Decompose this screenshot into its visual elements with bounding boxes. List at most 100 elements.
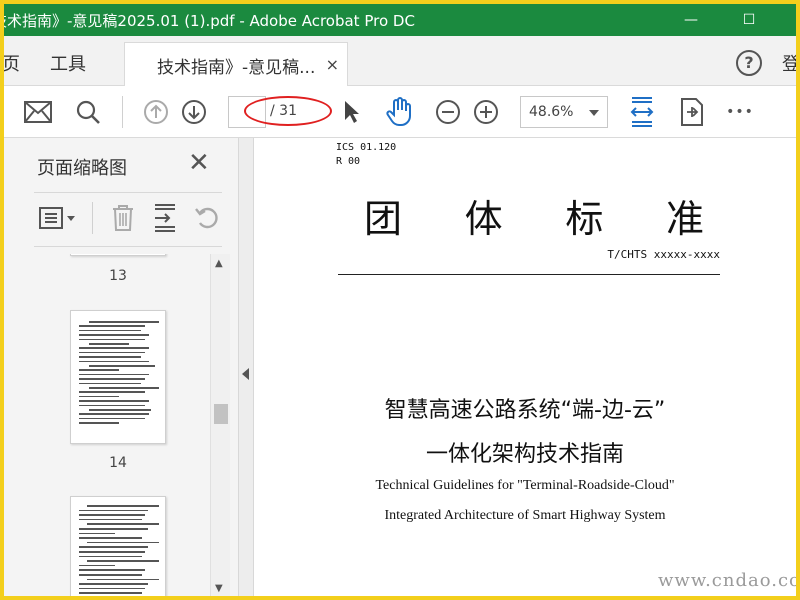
title-rule [338, 274, 720, 275]
zoom-value: 48.6% [529, 104, 574, 120]
thumbnail-text-line [87, 541, 159, 544]
acrobat-window: 技术指南》-意见稿2025.01 (1).pdf - Adobe Acrobat… [4, 4, 796, 596]
thumbnail-options-icon[interactable] [38, 202, 78, 234]
thumbnail-text-line [89, 409, 151, 411]
zoom-in-icon[interactable] [470, 96, 502, 128]
page-thumbnail[interactable] [70, 496, 166, 596]
thumbnail-text-line [79, 378, 145, 380]
collapse-panel-icon[interactable] [242, 368, 249, 380]
thumbnail-text-line [79, 373, 149, 376]
thumbnail-text-line [79, 509, 148, 512]
fit-page-icon[interactable] [626, 96, 658, 128]
thumbnail-text-line [79, 417, 145, 420]
thumbnail-text-line [79, 329, 141, 332]
home-menu[interactable]: 页 [4, 50, 20, 76]
panel-title: 页面缩略图 [37, 158, 127, 179]
chinese-title-line2: 一体化架构技术指南 [425, 442, 624, 467]
page-thumbnail[interactable] [70, 254, 166, 256]
thumbnail-text-line [79, 391, 145, 393]
chinese-title-line1: 智慧高速公路系统“端-边-云” [384, 398, 666, 423]
document-viewport[interactable]: ICS 01.120 R 00 团 体 标 准 T/CHTS xxxxx-xxx… [254, 138, 796, 596]
select-cursor-icon[interactable] [336, 96, 368, 128]
thumbnail-text-line [79, 338, 145, 341]
more-tools-icon[interactable]: ••• [724, 96, 756, 128]
email-icon[interactable] [22, 96, 54, 128]
thumbnail-text-line [79, 356, 141, 358]
thumbnail-text-line [79, 555, 142, 558]
scroll-up-icon[interactable]: ▲ [215, 258, 223, 269]
close-icon[interactable]: ✕ [188, 150, 210, 176]
thumbnail-text-line [79, 546, 148, 548]
hand-tool-icon[interactable] [384, 96, 416, 128]
thumbnail-text-line [79, 395, 119, 398]
document-page: ICS 01.120 R 00 团 体 标 准 T/CHTS xxxxx-xxx… [254, 138, 796, 596]
thumbnail-text-line [89, 365, 155, 367]
standard-code: T/CHTS xxxxx-xxxx [607, 248, 720, 261]
thumbnail-text-line [89, 387, 159, 389]
thumbnail-label: 14 [109, 455, 127, 471]
thumbnail-text-line [87, 578, 159, 581]
document-tab-label: 技术指南》-意见稿... [157, 58, 316, 78]
insert-page-icon[interactable] [150, 202, 180, 234]
thumbnail-text-line [79, 551, 145, 553]
chevron-down-icon [589, 110, 599, 116]
menu-row: 页 工具 技术指南》-意见稿... × ? 登 [4, 36, 796, 86]
thumbnail-text-line [79, 574, 142, 576]
document-tab[interactable]: 技术指南》-意见稿... × [124, 42, 348, 86]
panel-tool-divider [92, 202, 93, 234]
thumbnail-text-line [79, 400, 149, 402]
thumbnail-text-line [79, 422, 119, 424]
scrollbar-thumb[interactable] [214, 404, 228, 424]
toolbar: / 31 48.6% ••• [4, 86, 796, 138]
thumbnail-list: 13 14 [4, 254, 208, 596]
thumbnail-text-line [79, 537, 142, 539]
zoom-out-icon[interactable] [432, 96, 464, 128]
r-code: R 00 [336, 156, 361, 167]
thumbnail-text-line [79, 528, 148, 530]
thumbnail-text-line [79, 360, 149, 363]
rotate-view-icon[interactable] [676, 96, 708, 128]
thumbnail-text-line [79, 413, 149, 415]
search-icon[interactable] [72, 96, 104, 128]
standard-title-char: 体 [464, 197, 503, 241]
page-thumbnail[interactable] [70, 310, 166, 444]
previous-page-icon[interactable] [140, 96, 172, 128]
tab-close-button[interactable]: × [326, 55, 339, 74]
minimize-button[interactable]: — [668, 4, 714, 36]
title-bar: 技术指南》-意见稿2025.01 (1).pdf - Adobe Acrobat… [4, 4, 796, 36]
window-title: 技术指南》-意见稿2025.01 (1).pdf - Adobe Acrobat… [4, 12, 415, 30]
scroll-down-icon[interactable]: ▼ [215, 583, 223, 594]
thumbnail-text-line [89, 321, 159, 323]
highlight-oval [244, 96, 332, 126]
standard-title-char: 标 [565, 197, 604, 241]
site-watermark: www.cndao.com [658, 570, 796, 591]
thumbnail-text-line [87, 523, 159, 525]
thumbnail-text-line [79, 351, 145, 354]
thumbnail-text-line [87, 560, 159, 562]
next-page-icon[interactable] [178, 96, 210, 128]
thumbnail-text-line [79, 514, 145, 516]
trash-icon[interactable] [108, 202, 138, 234]
standard-title: 团 体 标 准 [364, 188, 704, 243]
english-title-line2: Integrated Architecture of Smart Highway… [384, 508, 666, 523]
thumbnail-panel: 页面缩略图 ✕ 13 14 ▲ ▼ [4, 138, 238, 596]
thumbnail-text-line [79, 564, 115, 567]
tools-menu[interactable]: 工具 [50, 50, 86, 76]
panel-splitter[interactable] [238, 138, 254, 596]
thumbnail-text-line [79, 569, 145, 571]
english-title-line1: Technical Guidelines for "Terminal-Roads… [375, 478, 675, 493]
maximize-button[interactable]: ☐ [726, 4, 772, 36]
sign-in-button[interactable]: 登 [782, 50, 796, 76]
thumbnail-text-line [79, 382, 141, 385]
panel-divider [34, 192, 222, 193]
thumbnail-text-line [87, 505, 159, 507]
help-icon[interactable]: ? [736, 50, 762, 76]
toolbar-divider [122, 96, 123, 128]
undo-icon[interactable] [192, 202, 222, 234]
zoom-select[interactable]: 48.6% [520, 96, 608, 128]
ics-code: ICS 01.120 [336, 142, 397, 153]
thumbnail-text-line [79, 532, 115, 535]
thumbnail-text-line [79, 404, 145, 407]
thumbnail-text-line [79, 334, 149, 336]
thumbnail-scrollbar[interactable]: ▲ ▼ [210, 254, 230, 596]
